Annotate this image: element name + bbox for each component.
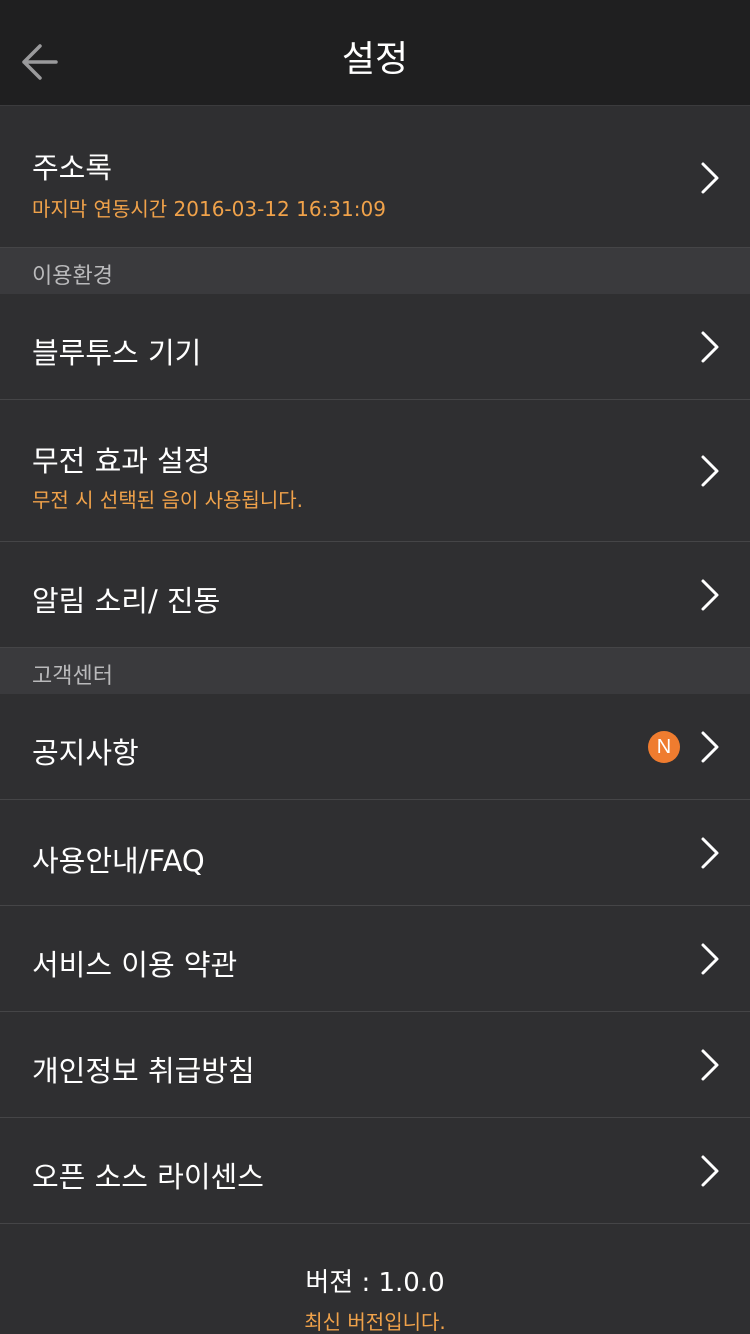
section-header-cs: 고객센터: [0, 648, 750, 694]
chevron-right-icon: [701, 331, 719, 363]
section-label-cs: 고객센터: [32, 664, 113, 689]
license-title: 오픈 소스 라이센스: [32, 1160, 264, 1194]
version-label: 버젼 : 1.0.0: [305, 1268, 445, 1298]
notice-title: 공지사항: [32, 736, 139, 770]
contacts-title: 주소록: [32, 151, 113, 185]
mute-effect-title: 무전 효과 설정: [32, 444, 211, 478]
bluetooth-title: 블루투스 기기: [32, 336, 202, 370]
new-badge: N: [648, 731, 680, 763]
terms-row[interactable]: 서비스 이용 약관: [0, 906, 750, 1012]
contacts-row[interactable]: 주소록 마지막 연동시간 2016-03-12 16:31:09: [0, 107, 750, 248]
alert-sound-title: 알림 소리/ 진동: [32, 584, 221, 618]
contacts-sync-time: 마지막 연동시간 2016-03-12 16:31:09: [32, 197, 386, 221]
notice-row[interactable]: 공지사항 N: [0, 694, 750, 800]
privacy-title: 개인정보 취급방침: [32, 1054, 255, 1088]
chevron-right-icon: [701, 1049, 719, 1081]
chevron-right-icon: [701, 943, 719, 975]
privacy-row[interactable]: 개인정보 취급방침: [0, 1012, 750, 1118]
chevron-right-icon: [701, 579, 719, 611]
chevron-right-icon: [701, 455, 719, 487]
terms-title: 서비스 이용 약관: [32, 948, 238, 982]
section-header-env: 이용환경: [0, 248, 750, 294]
header-bar: 설정: [0, 0, 750, 106]
chevron-right-icon: [701, 162, 719, 194]
chevron-right-icon: [701, 837, 719, 869]
guide-faq-row[interactable]: 사용안내/FAQ: [0, 800, 750, 906]
license-row[interactable]: 오픈 소스 라이센스: [0, 1118, 750, 1224]
mute-effect-row[interactable]: 무전 효과 설정 무전 시 선택된 음이 사용됩니다.: [0, 400, 750, 542]
alert-sound-row[interactable]: 알림 소리/ 진동: [0, 542, 750, 648]
bluetooth-row[interactable]: 블루투스 기기: [0, 294, 750, 400]
mute-effect-subtitle: 무전 시 선택된 음이 사용됩니다.: [32, 488, 303, 512]
version-status: 최신 버전입니다.: [304, 1310, 446, 1334]
section-label-env: 이용환경: [32, 264, 113, 289]
version-footer: 버젼 : 1.0.0 최신 버전입니다.: [0, 1224, 750, 1334]
chevron-right-icon: [701, 1155, 719, 1187]
page-title: 설정: [341, 39, 409, 80]
guide-faq-title: 사용안내/FAQ: [32, 844, 205, 878]
chevron-right-icon: [701, 731, 719, 763]
